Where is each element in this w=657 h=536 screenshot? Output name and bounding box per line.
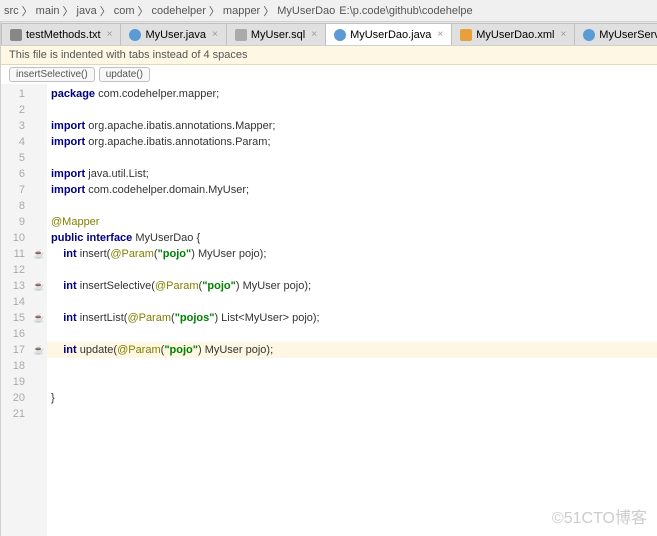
code-line[interactable]: import java.util.List; [51,166,657,182]
tab-label: MyUserService.java [599,29,657,41]
close-icon[interactable]: × [212,29,218,40]
breadcrumb-sep: 〉 [63,3,74,19]
tab-label: MyUser.java [145,29,206,41]
close-icon[interactable]: × [560,29,566,40]
breadcrumb-item[interactable]: java [77,5,97,17]
breadcrumb-sep: 〉 [209,3,220,19]
breadcrumb-item[interactable]: MyUserDao [277,5,335,17]
close-icon[interactable]: × [107,29,113,40]
indent-banner[interactable]: This file is indented with tabs instead … [1,46,657,65]
breadcrumb-item[interactable]: main [36,5,60,17]
breadcrumb-item[interactable]: src [4,5,19,17]
gutter-nav-icon[interactable]: ☕ [31,342,47,358]
line-gutter: 123456789101112131415161718192021 [1,84,31,536]
txt-icon [10,29,22,41]
breadcrumb-item[interactable]: codehelper [151,5,205,17]
hint-chip[interactable]: update() [99,67,150,82]
line-number: 18 [1,358,25,374]
code-editor[interactable]: 123456789101112131415161718192021 ☕☕☕☕ p… [1,84,657,536]
editor-area: testMethods.txt×MyUser.java×MyUser.sql×M… [1,22,657,536]
code-line[interactable]: import org.apache.ibatis.annotations.Par… [51,134,657,150]
code-line[interactable]: } [51,390,657,406]
code-line[interactable] [51,326,657,342]
gutter-icons[interactable]: ☕ ☕ ☕ ☕ [31,84,47,536]
line-number: 1 [1,86,25,102]
completion-hints[interactable]: insertSelective() update() [1,65,657,84]
editor-tab[interactable]: testMethods.txt × [1,23,121,45]
editor-tab[interactable]: MyUserService.java× [574,23,657,45]
java-icon [129,29,141,41]
editor-tabs[interactable]: testMethods.txt×MyUser.java×MyUser.sql×M… [1,22,657,46]
gutter-nav-icon[interactable]: ☕ [31,278,47,294]
breadcrumb-item[interactable]: com [114,5,135,17]
java-icon [583,29,595,41]
line-number: 19 [1,374,25,390]
code-line[interactable] [51,262,657,278]
line-number: 21 [1,406,25,422]
sql-icon [235,29,247,41]
code-line[interactable]: public interface MyUserDao { [51,230,657,246]
code-content[interactable]: package com.codehelper.mapper; import org… [47,84,657,536]
code-line[interactable] [51,406,657,422]
tab-label: testMethods.txt [26,29,101,41]
line-number: 3 [1,118,25,134]
breadcrumb-item[interactable]: mapper [223,5,260,17]
line-number: 2 [1,102,25,118]
close-icon[interactable]: × [437,29,443,40]
close-icon[interactable]: × [311,29,317,40]
hint-chip[interactable]: insertSelective() [9,67,95,82]
gutter-nav-icon[interactable]: ☕ [31,246,47,262]
line-number: 20 [1,390,25,406]
code-line[interactable]: int insert(@Param("pojo") MyUser pojo); [51,246,657,262]
code-line[interactable] [51,150,657,166]
code-line[interactable] [51,198,657,214]
tab-label: MyUserDao.xml [476,29,554,41]
editor-tab[interactable]: MyUserDao.java × [325,23,452,45]
line-number: 15 [1,310,25,326]
code-line[interactable] [51,294,657,310]
line-number: 13 [1,278,25,294]
line-number: 8 [1,198,25,214]
line-number: 17 [1,342,25,358]
line-number: 10 [1,230,25,246]
code-line[interactable] [51,374,657,390]
gutter-nav-icon[interactable]: ☕ [31,310,47,326]
tab-label: MyUserDao.java [350,29,431,41]
code-line[interactable]: int insertList(@Param("pojos") List<MyUs… [51,310,657,326]
code-line[interactable]: import org.apache.ibatis.annotations.Map… [51,118,657,134]
line-number: 5 [1,150,25,166]
breadcrumb-sep: 〉 [22,3,33,19]
breadcrumb-sep: 〉 [137,3,148,19]
code-line[interactable]: @Mapper [51,214,657,230]
line-number: 4 [1,134,25,150]
code-line[interactable] [51,358,657,374]
code-line[interactable]: int insertSelective(@Param("pojo") MyUse… [51,278,657,294]
line-number: 9 [1,214,25,230]
breadcrumb[interactable]: src〉main〉java〉com〉codehelper〉mapper〉MyUs… [0,0,657,22]
code-line[interactable]: package com.codehelper.mapper; [51,86,657,102]
xml-icon [460,29,472,41]
line-number: 6 [1,166,25,182]
breadcrumb-sep: 〉 [100,3,111,19]
line-number: 16 [1,326,25,342]
line-number: 12 [1,262,25,278]
java-icon [334,29,346,41]
tab-label: MyUser.sql [251,29,305,41]
line-number: 14 [1,294,25,310]
editor-tab[interactable]: MyUserDao.xml × [451,23,575,45]
editor-tab[interactable]: MyUser.sql × [226,23,326,45]
code-line[interactable]: import com.codehelper.domain.MyUser; [51,182,657,198]
code-line[interactable] [51,102,657,118]
editor-tab[interactable]: MyUser.java × [120,23,226,45]
line-number: 11 [1,246,25,262]
code-line[interactable]: int update(@Param("pojo") MyUser pojo); [47,342,657,358]
breadcrumb-sep: 〉 [263,3,274,19]
line-number: 7 [1,182,25,198]
breadcrumb-path: E:\p.code\github\codehelpe [339,5,472,17]
